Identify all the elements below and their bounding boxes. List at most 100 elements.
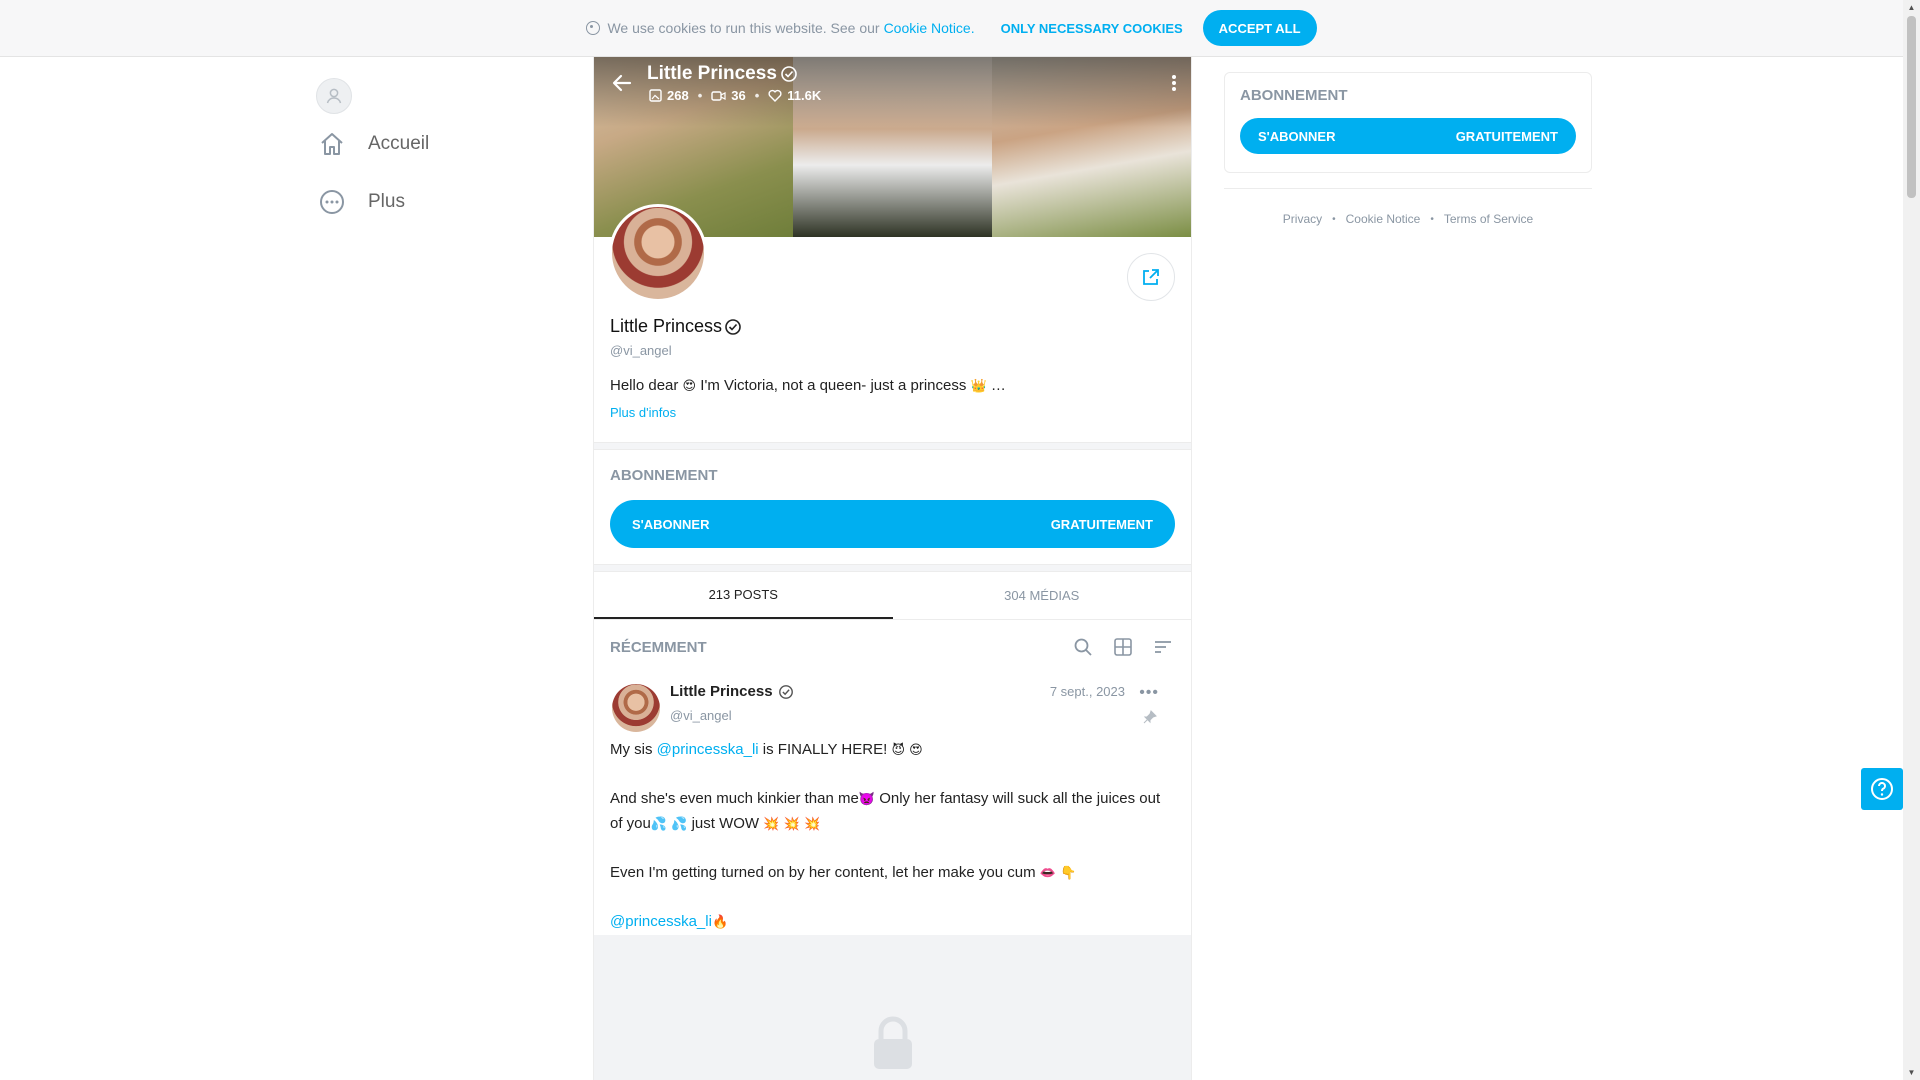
bio-text: Hello dear: [610, 377, 679, 394]
heart-eyes-emoji-icon: 😍: [909, 743, 923, 758]
help-button[interactable]: [1861, 768, 1903, 810]
page-scrollbar[interactable]: ▲ ▼: [1903, 0, 1920, 1080]
sidebar-item-home[interactable]: Accueil: [316, 116, 576, 172]
video-icon: [711, 90, 726, 101]
help-icon: [1871, 778, 1893, 800]
profile-handle: @vi_angel: [610, 343, 672, 358]
sort-icon[interactable]: [1151, 635, 1175, 659]
subscribe-label: S'ABONNER: [632, 516, 710, 532]
pointing-down-emoji-icon: 👇: [1060, 866, 1077, 881]
droplets-emoji-icon: 💦: [671, 817, 688, 832]
recent-bar: RÉCEMMENT: [594, 620, 1191, 674]
subscribe-label: S'ABONNER: [1258, 128, 1336, 144]
share-icon: [1143, 269, 1159, 285]
more-info-link[interactable]: Plus d'infos: [610, 405, 676, 420]
subscription-title: ABONNEMENT: [610, 467, 718, 484]
fire-emoji-icon: 🔥: [711, 915, 729, 930]
right-sidebar: ABONNEMENT S'ABONNER GRATUITEMENT Privac…: [1224, 72, 1592, 226]
profile-header: Little Princess @vi_angel Hello dear 😍 I…: [594, 204, 1191, 442]
post-text: My sis: [610, 741, 653, 758]
scroll-thumb[interactable]: [1907, 16, 1916, 198]
smiling-face-emoji-icon: 😍: [682, 379, 697, 394]
subscribe-button[interactable]: S'ABONNER GRATUITEMENT: [610, 500, 1175, 548]
post-paragraph: My sis @princesska_li is FINALLY HERE! 😈…: [610, 738, 1175, 763]
content-tabs: 213 POSTS 304 MÉDIAS: [594, 572, 1191, 620]
kebab-menu-icon[interactable]: [1171, 73, 1177, 93]
post-text: is FINALLY HERE!: [762, 741, 888, 758]
droplets-emoji-icon: 💦: [650, 817, 668, 832]
post-text: just WOW: [691, 815, 760, 832]
image-icon: [649, 89, 662, 102]
subscribe-button[interactable]: S'ABONNER GRATUITEMENT: [1240, 118, 1576, 154]
share-button[interactable]: [1127, 253, 1175, 301]
post-handle[interactable]: @vi_angel: [670, 708, 732, 723]
privacy-link[interactable]: Privacy: [1283, 212, 1322, 226]
bio-text: I'm Victoria, not a queen- just a prince…: [700, 377, 967, 394]
stat-separator: •: [754, 88, 760, 103]
footer-links: Privacy • Cookie Notice • Terms of Servi…: [1224, 212, 1592, 226]
feed-tools: [1071, 635, 1175, 659]
purple-devil-emoji-icon: 👿: [858, 792, 876, 807]
verified-icon: [725, 318, 741, 335]
section-divider: [594, 442, 1191, 450]
post-avatar[interactable]: [612, 684, 660, 732]
profile-avatar[interactable]: [609, 204, 707, 302]
profile-main-column: Little Princess 268 • 36 • 11.6K Little …: [593, 57, 1192, 1080]
sidebar-item-label: Accueil: [368, 133, 430, 154]
post-paragraph: Even I'm getting turned on by her conten…: [610, 861, 1175, 886]
post-author-name: Little Princess: [670, 683, 773, 700]
explosion-emoji-icon: 💥: [803, 817, 821, 832]
likes-stat: 11.6K: [768, 88, 821, 103]
cookie-period: .: [970, 20, 975, 36]
cookie-banner: We use cookies to run this website. See …: [0, 0, 1903, 57]
cookie-icon: [586, 21, 601, 35]
scroll-down-arrow-icon[interactable]: ▼: [1907, 1068, 1916, 1077]
mention-link[interactable]: @princesska_li: [610, 913, 712, 930]
left-sidebar: Accueil Plus: [316, 78, 576, 230]
post-paragraph: @princesska_li🔥: [610, 910, 1175, 935]
cookie-notice-link[interactable]: Cookie Notice: [884, 20, 971, 36]
photos-count: 268: [667, 88, 689, 103]
profile-name-text: Little Princess: [610, 316, 723, 336]
recent-title: RÉCEMMENT: [610, 638, 707, 656]
cover-title: Little Princess: [647, 63, 798, 85]
devil-emoji-icon: 😈: [891, 743, 905, 758]
post-text: Even I'm getting turned on by her conten…: [610, 864, 1036, 881]
terms-link[interactable]: Terms of Service: [1444, 212, 1533, 226]
subscribe-price: GRATUITEMENT: [1050, 516, 1153, 532]
profile-bio: Hello dear 😍 I'm Victoria, not a queen- …: [610, 377, 1006, 394]
back-arrow-icon[interactable]: [610, 71, 634, 95]
cover-image: Little Princess 268 • 36 • 11.6K: [594, 57, 1191, 237]
sidebar-item-label: Plus: [368, 191, 405, 212]
post-author[interactable]: Little Princess: [670, 683, 794, 700]
mention-link[interactable]: @princesska_li: [657, 741, 759, 758]
accept-all-cookies-button[interactable]: ACCEPT ALL: [1202, 10, 1317, 46]
videos-stat: 36: [711, 88, 746, 103]
user-avatar[interactable]: [316, 78, 352, 114]
cover-name: Little Princess: [647, 63, 777, 84]
cookie-notice-footer-link[interactable]: Cookie Notice: [1346, 212, 1421, 226]
search-icon[interactable]: [1071, 635, 1095, 659]
explosion-emoji-icon: 💥: [763, 817, 780, 832]
scroll-up-arrow-icon[interactable]: ▲: [1907, 3, 1916, 12]
verified-icon: [781, 66, 797, 82]
post-text: And she's even much kinkier than me: [610, 790, 859, 807]
photos-stat: 268: [649, 88, 689, 103]
subscription-card: ABONNEMENT S'ABONNER GRATUITEMENT: [1224, 72, 1592, 173]
stat-separator: •: [697, 88, 703, 103]
profile-name: Little Princess: [610, 316, 742, 337]
tab-posts[interactable]: 213 POSTS: [594, 572, 893, 619]
videos-count: 36: [731, 88, 746, 103]
only-necessary-cookies-button[interactable]: ONLY NECESSARY COOKIES: [1001, 21, 1183, 36]
cover-stats: 268 • 36 • 11.6K: [649, 88, 821, 103]
link-separator: •: [1430, 213, 1434, 225]
home-icon: [316, 128, 348, 160]
grid-view-icon[interactable]: [1111, 635, 1135, 659]
sidebar-item-more[interactable]: Plus: [316, 174, 576, 230]
post-options-icon[interactable]: •••: [1139, 684, 1159, 702]
tab-media[interactable]: 304 MÉDIAS: [893, 572, 1192, 619]
likes-count: 11.6K: [787, 88, 822, 103]
lock-icon: [873, 1016, 912, 1069]
pin-icon: [1143, 710, 1157, 724]
explosion-emoji-icon: 💥: [783, 817, 800, 832]
